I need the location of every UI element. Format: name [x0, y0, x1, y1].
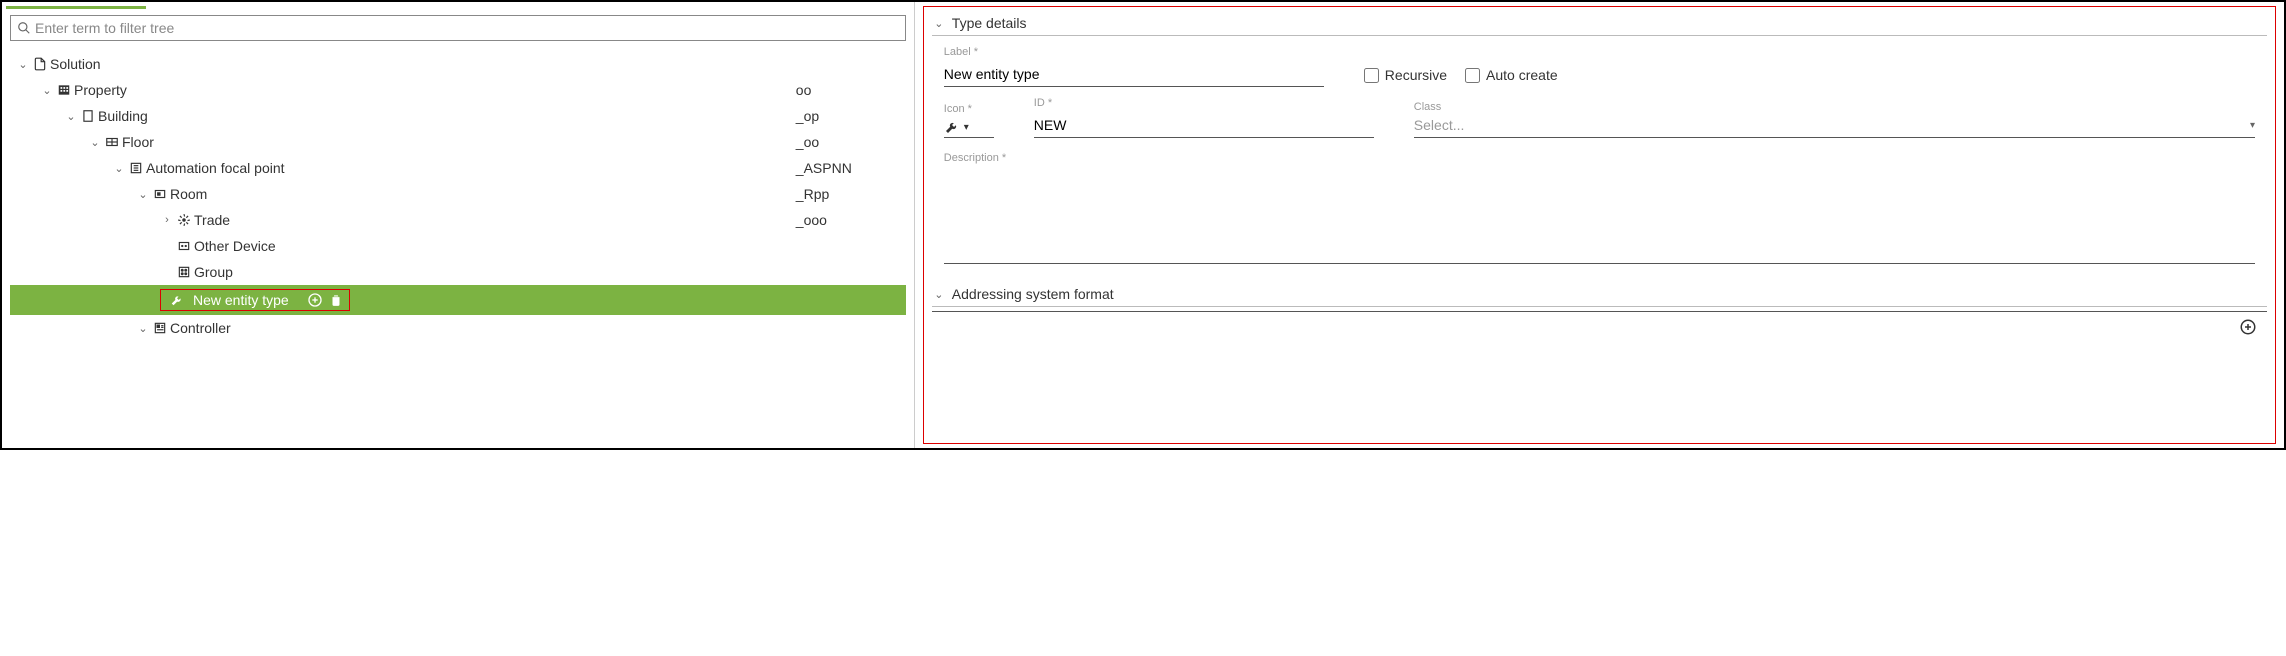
room-icon: [150, 187, 170, 201]
tree-label: Property: [74, 82, 796, 98]
tree-item-solution[interactable]: ⌄ Solution: [10, 51, 906, 77]
tree-item-room[interactable]: ⌄ Room _Rpp: [10, 181, 906, 207]
wrench-icon: [944, 119, 960, 135]
recursive-checkbox[interactable]: [1364, 68, 1379, 83]
tree-label: Solution: [50, 56, 906, 72]
addressing-header[interactable]: ⌄ Addressing system format: [932, 282, 2267, 307]
dropdown-caret-icon: ▾: [2250, 120, 2255, 131]
tree-code: _ooo: [796, 212, 906, 228]
automation-icon: [126, 161, 146, 175]
file-icon: [30, 57, 50, 71]
id-field-label: ID *: [1034, 97, 1374, 109]
tree-label: Floor: [122, 134, 796, 150]
tree-item-new-entity[interactable]: New entity type: [10, 285, 906, 315]
class-field-label: Class: [1414, 101, 2255, 113]
accent-bar: [6, 6, 146, 9]
trade-icon: [174, 213, 194, 227]
addressing-title: Addressing system format: [952, 286, 1114, 302]
selection-highlight: New entity type: [160, 289, 350, 311]
tree-label: Group: [194, 264, 906, 280]
recursive-label: Recursive: [1385, 67, 1447, 83]
tree-panel: ⌄ Solution ⌄ Property oo ⌄ Building: [2, 2, 915, 448]
autocreate-checkbox-wrap[interactable]: Auto create: [1465, 67, 1558, 83]
chevron-down-icon: ⌄: [932, 17, 946, 30]
chevron-down-icon: ⌄: [932, 288, 946, 301]
dropdown-caret-icon: ▾: [964, 122, 969, 133]
tree-code: _oo: [796, 134, 906, 150]
chevron-down-icon: ⌄: [136, 322, 150, 335]
chevron-down-icon: ⌄: [112, 162, 126, 175]
class-placeholder: Select...: [1414, 117, 1465, 133]
property-icon: [54, 83, 74, 97]
tree-code: _ASPNN: [796, 160, 906, 176]
chevron-down-icon: ⌄: [136, 188, 150, 201]
add-address-icon[interactable]: [2239, 318, 2257, 336]
search-icon: [17, 21, 31, 35]
type-details-header[interactable]: ⌄ Type details: [932, 11, 2267, 36]
tree-item-afp[interactable]: ⌄ Automation focal point _ASPNN: [10, 155, 906, 181]
chevron-right-icon: ›: [160, 214, 174, 226]
autocreate-checkbox[interactable]: [1465, 68, 1480, 83]
class-select[interactable]: Select... ▾: [1414, 117, 2255, 138]
tree-item-floor[interactable]: ⌄ Floor _oo: [10, 129, 906, 155]
description-input[interactable]: [944, 204, 2255, 264]
icon-field-label: Icon *: [944, 103, 994, 115]
details-panel: ⌄ Type details Label * Recursive Auto cr…: [915, 2, 2284, 448]
floor-icon: [102, 135, 122, 149]
tree-label: New entity type: [193, 292, 289, 308]
chevron-down-icon: ⌄: [40, 84, 54, 97]
recursive-checkbox-wrap[interactable]: Recursive: [1364, 67, 1447, 83]
group-icon: [174, 265, 194, 279]
tree-label: Building: [98, 108, 796, 124]
tree-item-controller[interactable]: ⌄ Controller: [10, 315, 906, 341]
tree-code: oo: [796, 82, 906, 98]
autocreate-label: Auto create: [1486, 67, 1558, 83]
tree-label: Controller: [170, 320, 906, 336]
chevron-down-icon: ⌄: [88, 136, 102, 149]
building-icon: [78, 109, 98, 123]
chevron-down-icon: ⌄: [64, 110, 78, 123]
tree-item-trade[interactable]: › Trade _ooo: [10, 207, 906, 233]
label-field-label: Label *: [944, 46, 1324, 58]
tree-item-property[interactable]: ⌄ Property oo: [10, 77, 906, 103]
description-label: Description *: [944, 152, 1006, 164]
tree-label: Room: [170, 186, 796, 202]
tree-code: _Rpp: [796, 186, 906, 202]
section-title: Type details: [952, 15, 1027, 31]
tree-item-other-device[interactable]: Other Device: [10, 233, 906, 259]
tree-code: _op: [796, 108, 906, 124]
tree-label: Automation focal point: [146, 160, 796, 176]
wrench-icon: [167, 293, 187, 307]
label-input[interactable]: [944, 62, 1324, 87]
tree-label: Other Device: [194, 238, 906, 254]
filter-input-wrap[interactable]: [10, 15, 906, 41]
add-icon[interactable]: [307, 292, 323, 308]
controller-icon: [150, 321, 170, 335]
delete-icon[interactable]: [329, 292, 343, 308]
tree: ⌄ Solution ⌄ Property oo ⌄ Building: [6, 45, 910, 347]
tree-item-group[interactable]: Group: [10, 259, 906, 285]
tree-label: Trade: [194, 212, 796, 228]
chevron-down-icon: ⌄: [16, 58, 30, 71]
tree-item-building[interactable]: ⌄ Building _op: [10, 103, 906, 129]
filter-input[interactable]: [35, 20, 899, 36]
device-icon: [174, 239, 194, 253]
icon-selector[interactable]: ▾: [944, 119, 994, 138]
details-inner: ⌄ Type details Label * Recursive Auto cr…: [923, 6, 2276, 444]
id-input[interactable]: [1034, 113, 1374, 138]
